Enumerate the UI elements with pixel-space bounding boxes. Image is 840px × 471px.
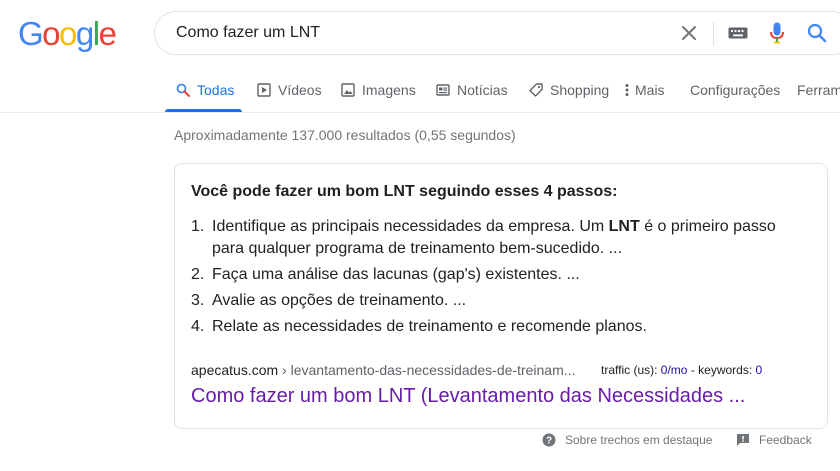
step-text: Identifique as principais necessidades d… xyxy=(212,218,609,235)
feedback-icon xyxy=(735,432,751,448)
seo-separator: - xyxy=(687,363,699,377)
tab-label: Shopping xyxy=(550,82,610,98)
tab-label: Configurações xyxy=(690,82,781,98)
step-number: 1. xyxy=(191,218,205,235)
feedback-link[interactable]: Feedback xyxy=(735,432,812,448)
tab-mais[interactable]: Mais xyxy=(624,74,665,112)
tab-todas[interactable]: Todas xyxy=(165,74,242,112)
step-keyword: LNT xyxy=(608,218,640,235)
svg-text:?: ? xyxy=(546,436,552,447)
seo-metrics: traffic (us): 0/mo - keywords: 0 xyxy=(601,362,762,378)
tab-ferramentas[interactable]: Ferram xyxy=(797,74,840,112)
keywords-value[interactable]: 0 xyxy=(756,363,763,377)
snippet-steps: 1. Identifique as principais necessidade… xyxy=(191,216,801,342)
source-path: › levantamento-das-necessidades-de-trein… xyxy=(278,362,576,378)
step-number: 2. xyxy=(191,266,205,283)
keyboard-icon[interactable] xyxy=(726,21,750,45)
search-divider xyxy=(713,22,714,46)
traffic-value[interactable]: 0/mo xyxy=(661,363,688,377)
tab-label: Vídeos xyxy=(278,82,322,98)
tab-configuracoes[interactable]: Configurações xyxy=(690,74,780,112)
microphone-icon[interactable] xyxy=(765,21,789,45)
tab-label: Todas xyxy=(197,82,235,98)
tab-shopping[interactable]: Shopping xyxy=(528,74,609,112)
search-tabs: Todas Vídeos Imagens Notícias Shopping M… xyxy=(0,74,840,112)
logo-letter-o2: o xyxy=(59,15,77,52)
tabs-divider xyxy=(0,112,840,113)
logo-letter-g2: g xyxy=(75,15,94,52)
step-text: Relate as necessidades de treinamento e … xyxy=(212,318,647,335)
list-item: 1. Identifique as principais necessidade… xyxy=(191,216,801,260)
help-icon: ? xyxy=(541,432,557,448)
google-logo[interactable]: Google xyxy=(18,14,117,54)
tab-label: Notícias xyxy=(457,82,508,98)
search-box[interactable]: Como fazer um LNT xyxy=(154,11,840,55)
tab-label: Imagens xyxy=(362,82,416,98)
about-label: Sobre trechos em destaque xyxy=(565,433,713,447)
logo-letter-g: G xyxy=(18,15,44,52)
logo-letter-e: e xyxy=(98,15,117,52)
step-text: Avalie as opções de treinamento. ... xyxy=(212,292,467,309)
featured-snippet: Você pode fazer um bom LNT seguindo esse… xyxy=(174,163,828,429)
tag-icon xyxy=(528,82,544,98)
news-icon xyxy=(435,82,451,98)
result-stats: Aproximadamente 137.000 resultados (0,55… xyxy=(174,127,516,143)
list-item: 3. Avalie as opções de treinamento. ... xyxy=(191,290,801,312)
source-domain: apecatus.com xyxy=(191,362,279,378)
tab-label: Ferram xyxy=(797,82,840,98)
source-breadcrumb[interactable]: apecatus.com › levantamento-das-necessid… xyxy=(191,361,575,379)
search-input[interactable]: Como fazer um LNT xyxy=(176,12,320,54)
tab-imagens[interactable]: Imagens xyxy=(340,74,416,112)
search-icon xyxy=(175,82,191,98)
tab-noticias[interactable]: Notícias xyxy=(435,74,508,112)
step-number: 3. xyxy=(191,292,205,309)
tab-videos[interactable]: Vídeos xyxy=(256,74,322,112)
snippet-title: Você pode fazer um bom LNT seguindo esse… xyxy=(191,183,618,200)
image-icon xyxy=(340,82,356,98)
list-item: 2. Faça uma análise das lacunas (gap's) … xyxy=(191,264,801,286)
keywords-label: keywords: xyxy=(698,363,756,377)
clear-icon[interactable] xyxy=(677,21,701,45)
list-item: 4. Relate as necessidades de treinamento… xyxy=(191,316,801,338)
traffic-label: traffic (us): xyxy=(601,363,661,377)
tab-label: Mais xyxy=(635,82,665,98)
about-snippets-link[interactable]: ? Sobre trechos em destaque xyxy=(541,432,712,448)
step-number: 4. xyxy=(191,318,205,335)
step-text: Faça uma análise das lacunas (gap's) exi… xyxy=(212,266,580,283)
video-icon xyxy=(256,82,272,98)
feedback-label: Feedback xyxy=(759,433,812,447)
search-icon[interactable] xyxy=(805,21,829,45)
result-title-link[interactable]: Como fazer um bom LNT (Levantamento das … xyxy=(191,383,745,409)
logo-letter-o1: o xyxy=(42,15,60,52)
more-vert-icon xyxy=(624,82,630,98)
